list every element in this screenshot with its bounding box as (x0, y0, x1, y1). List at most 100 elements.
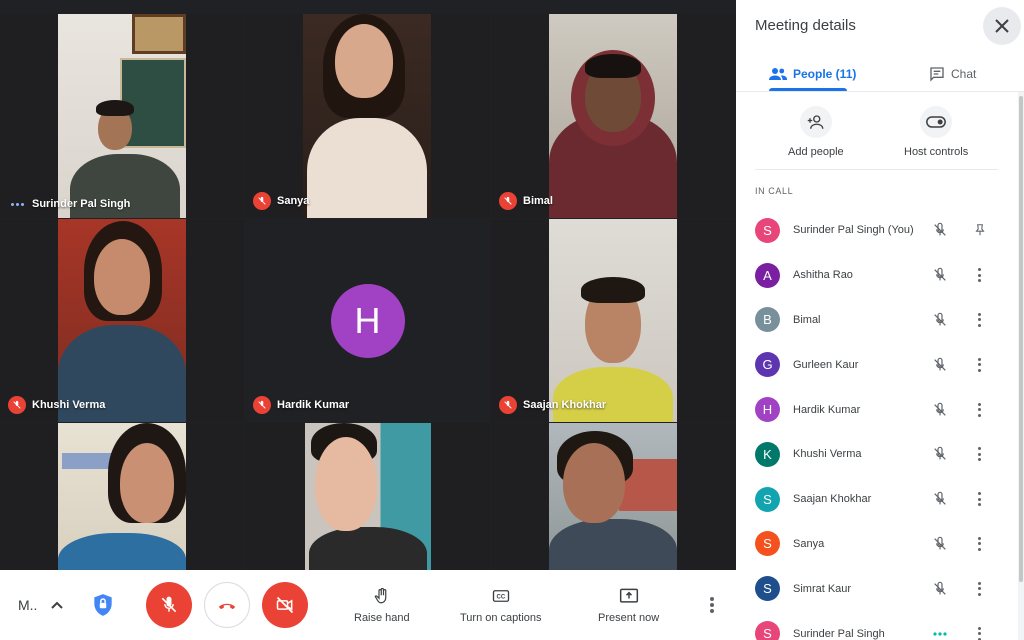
host-controls-button[interactable]: Host controls (904, 106, 968, 158)
tab-people[interactable]: People (11) (769, 56, 856, 92)
add-people-label: Add people (788, 146, 844, 158)
participant-row[interactable]: S Saajan Khokhar (736, 477, 1018, 522)
close-panel-button[interactable] (983, 7, 1021, 45)
mic-off-icon (253, 396, 271, 414)
mic-off-icon[interactable] (932, 357, 948, 373)
more-options-icon[interactable] (973, 267, 985, 283)
more-options-icon[interactable] (973, 581, 985, 597)
name-tag: Saajan Khokhar (499, 396, 606, 414)
participant-tile[interactable]: Bimal (491, 14, 736, 218)
participant-name: Saajan Khokhar (793, 493, 872, 506)
participant-tile[interactable]: Sanya (245, 14, 490, 218)
participant-row[interactable]: A Ashitha Rao (736, 253, 1018, 298)
hang-up-icon (218, 603, 236, 610)
participant-name: Saajan Khokhar (523, 399, 607, 411)
present-screen-icon (619, 588, 638, 603)
avatar: S (755, 486, 780, 512)
participant-video (549, 219, 677, 422)
avatar: G (755, 352, 780, 378)
present-now-button[interactable]: Present now (598, 586, 659, 624)
participant-row[interactable]: S Simrat Kaur (736, 566, 1018, 611)
mic-off-icon (253, 192, 271, 210)
participant-name: Simrat Kaur (793, 582, 852, 595)
name-tag: Hardik Kumar (253, 396, 349, 414)
present-now-label: Present now (598, 612, 660, 624)
panel-title: Meeting details (755, 17, 856, 34)
mic-off-icon[interactable] (932, 491, 948, 507)
participant-name: Bimal (523, 195, 553, 207)
more-options-icon[interactable] (973, 626, 985, 640)
svg-text:CC: CC (496, 595, 505, 601)
participant-row[interactable]: K Khushi Verma (736, 432, 1018, 477)
participant-name: Hardik Kumar (793, 403, 861, 416)
scrollbar-thumb[interactable] (1019, 96, 1023, 582)
mic-off-icon[interactable] (932, 402, 948, 418)
participant-video (58, 423, 186, 570)
captions-button[interactable]: CC Turn on captions (460, 586, 542, 624)
participant-video (303, 14, 431, 218)
participant-row[interactable]: S Surinder Pal Singh (You) (736, 208, 1018, 253)
more-options-icon[interactable] (704, 594, 720, 616)
pin-icon[interactable] (973, 222, 989, 238)
more-options-icon[interactable] (973, 402, 985, 418)
participant-tile[interactable] (245, 423, 490, 570)
participant-tile[interactable]: Surinder Pal Singh (0, 14, 244, 218)
more-options-icon[interactable] (973, 312, 985, 328)
mic-off-icon[interactable] (932, 312, 948, 328)
participant-name: Gurleen Kaur (793, 358, 859, 371)
participant-row[interactable]: S Surinder Pal Singh (736, 611, 1018, 640)
bottom-toolbar: M.. Raise hand CC Turn on captions Prese… (0, 570, 736, 640)
participant-video (549, 14, 677, 218)
participant-video (58, 14, 186, 218)
avatar: S (755, 576, 780, 602)
captions-icon: CC (492, 590, 509, 602)
divider (755, 169, 998, 170)
participant-tile[interactable]: H Hardik Kumar (245, 219, 490, 422)
mic-off-icon[interactable] (932, 581, 948, 597)
add-people-button[interactable]: Add people (788, 106, 844, 158)
mic-off-icon[interactable] (932, 222, 948, 238)
participant-row[interactable]: S Sanya (736, 522, 1018, 567)
leave-call-button[interactable] (204, 582, 250, 628)
participant-video (58, 219, 186, 422)
chat-icon (930, 67, 944, 82)
avatar: S (755, 531, 780, 557)
mic-off-icon[interactable] (932, 267, 948, 283)
participant-tile[interactable] (0, 423, 244, 570)
avatar: B (755, 307, 780, 333)
name-tag: Surinder Pal Singh (8, 198, 130, 210)
close-icon (995, 19, 1009, 33)
participant-row[interactable]: H Hardik Kumar (736, 387, 1018, 432)
participant-name: Khushi Verma (32, 399, 106, 411)
avatar: S (755, 217, 780, 243)
lock-shield-icon[interactable] (90, 592, 116, 618)
more-options-icon[interactable] (973, 536, 985, 552)
participant-name: Surinder Pal Singh (You) (793, 224, 914, 237)
meeting-code: M.. (18, 597, 38, 613)
mic-off-icon[interactable] (932, 446, 948, 462)
avatar: H (330, 283, 405, 358)
raise-hand-button[interactable]: Raise hand (354, 586, 410, 624)
toggle-mic-button[interactable] (146, 582, 192, 628)
participant-name: Ashitha Rao (793, 269, 853, 282)
tab-chat-label: Chat (951, 67, 977, 81)
more-options-icon[interactable] (973, 446, 985, 462)
captions-label: Turn on captions (460, 612, 542, 624)
toggle-camera-button[interactable] (262, 582, 308, 628)
participant-name: Bimal (793, 313, 821, 326)
more-options-icon[interactable] (973, 357, 985, 373)
name-tag: Khushi Verma (8, 396, 105, 414)
participant-row[interactable]: G Gurleen Kaur (736, 342, 1018, 387)
meeting-details-toggle[interactable]: M.. (18, 597, 64, 613)
more-options-icon[interactable] (973, 491, 985, 507)
tab-chat[interactable]: Chat (929, 56, 976, 92)
participant-tile[interactable] (491, 423, 736, 570)
participant-name: Sanya (277, 195, 310, 207)
mic-off-icon (8, 396, 26, 414)
mic-off-icon[interactable] (932, 536, 948, 552)
participant-row[interactable]: B Bimal (736, 298, 1018, 343)
participant-name: Hardik Kumar (277, 399, 350, 411)
participant-tile[interactable]: Saajan Khokhar (491, 219, 736, 422)
chevron-up-icon (51, 601, 64, 609)
participant-tile[interactable]: Khushi Verma (0, 219, 244, 422)
